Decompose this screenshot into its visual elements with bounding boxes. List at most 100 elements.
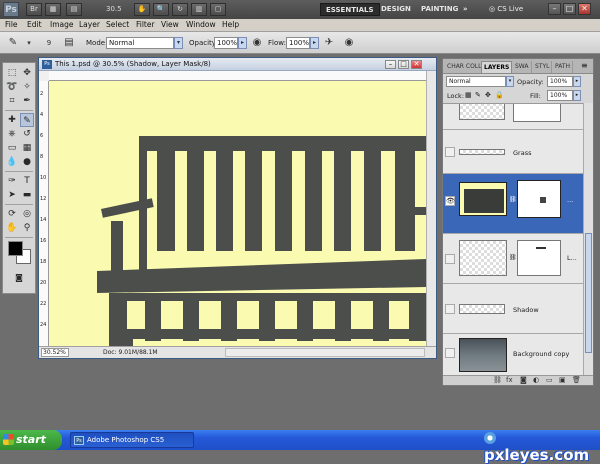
menu-filter[interactable]: Filter [136, 20, 155, 29]
zoom-field[interactable]: 30.52% [41, 348, 69, 357]
menu-help[interactable]: Help [222, 20, 239, 29]
workspace-more[interactable]: » [458, 3, 473, 16]
lock-all-icon[interactable]: 🔒 [495, 91, 504, 99]
dodge-tool-icon[interactable]: ● [20, 155, 34, 169]
visibility-toggle[interactable] [445, 304, 455, 314]
blend-mode-dropdown-icon[interactable]: ▾ [506, 76, 514, 87]
doc-minimize-button[interactable]: – [385, 60, 396, 69]
menu-image[interactable]: Image [50, 20, 74, 29]
menu-select[interactable]: Select [106, 20, 129, 29]
visibility-toggle[interactable] [445, 348, 455, 358]
view-extras-icon[interactable]: ▤ [66, 3, 82, 16]
cs-live-button[interactable]: ◎ CS Live [489, 3, 523, 16]
brush-tool-icon-active[interactable]: ✎ [20, 113, 34, 127]
taskbar-photoshop-item[interactable]: Ps Adobe Photoshop CS5 [70, 432, 194, 448]
zoom-tool-icon[interactable]: 🔍 [153, 3, 169, 16]
add-mask-icon[interactable]: ◙ [520, 376, 527, 384]
type-tool-icon[interactable]: T [20, 174, 34, 188]
rotate-view-icon[interactable]: ↻ [172, 3, 188, 16]
tablet-opacity-icon[interactable]: ◉ [250, 36, 264, 50]
layer-row-selected[interactable]: 👁 ⛓ ... [443, 174, 583, 234]
tab-paths[interactable]: PATH [553, 61, 574, 73]
maximize-button[interactable]: □ [563, 3, 576, 15]
layer-opacity-input[interactable]: 100% [547, 76, 573, 87]
layer-opacity-slider-icon[interactable]: ▸ [573, 76, 581, 87]
marquee-tool-icon[interactable]: ⬚ [5, 66, 19, 80]
layer-row-grass[interactable]: Grass [443, 130, 583, 174]
fx-icon[interactable]: fx [506, 376, 513, 384]
canvas[interactable] [49, 81, 426, 346]
brush-panel-icon[interactable]: ▤ [62, 36, 76, 50]
blur-tool-icon[interactable]: 💧 [5, 155, 19, 169]
blend-mode-select[interactable]: Normal [446, 76, 506, 87]
close-button[interactable]: ✕ [578, 3, 591, 15]
scroll-thumb[interactable] [585, 233, 592, 353]
layer-row-shadow[interactable]: Shadow [443, 284, 583, 334]
document-vertical-scrollbar[interactable] [426, 71, 436, 346]
visibility-toggle[interactable] [445, 147, 455, 157]
tab-character[interactable]: CHAR COLL [445, 61, 485, 73]
lock-image-icon[interactable]: ✎ [475, 91, 481, 99]
3d-rotate-tool-icon[interactable]: ⟳ [5, 207, 19, 221]
eye-icon[interactable]: 👁 [445, 196, 455, 206]
3d-orbit-tool-icon[interactable]: ◎ [20, 207, 34, 221]
tab-swatches[interactable]: SWA [513, 61, 532, 73]
path-selection-tool-icon[interactable]: ➤ [5, 188, 19, 202]
brush-preset-picker[interactable]: 9 [42, 36, 56, 50]
tab-styles[interactable]: STYL [533, 61, 553, 73]
workspace-painting[interactable]: PAINTING [416, 3, 463, 16]
opacity-slider-icon[interactable]: ▸ [238, 37, 247, 49]
quick-mask-icon[interactable]: ◙ [12, 271, 26, 285]
flow-slider-icon[interactable]: ▸ [310, 37, 319, 49]
menu-window[interactable]: Window [186, 20, 216, 29]
quick-select-tool-icon[interactable]: ✧ [20, 80, 34, 94]
menu-file[interactable]: File [5, 20, 18, 29]
visibility-toggle[interactable] [445, 254, 455, 264]
pen-tool-icon[interactable]: ✑ [5, 174, 19, 188]
trash-icon[interactable]: 🗑 [572, 376, 581, 384]
move-tool-icon[interactable]: ✥ [20, 66, 34, 80]
lasso-tool-icon[interactable]: ➰ [5, 80, 19, 94]
menu-layer[interactable]: Layer [79, 20, 100, 29]
adjustment-layer-icon[interactable]: ◐ [533, 376, 539, 384]
gradient-tool-icon[interactable]: ▦ [20, 141, 34, 155]
document-title-bar[interactable]: Ps This 1.psd @ 30.5% (Shadow, Layer Mas… [39, 58, 436, 71]
link-layers-icon[interactable]: ⛓ [493, 376, 502, 384]
document-horizontal-scrollbar[interactable] [225, 348, 425, 357]
eyedropper-tool-icon[interactable]: ✒ [20, 94, 34, 108]
brush-tool-icon[interactable]: ✎ [6, 36, 20, 50]
airbrush-icon[interactable]: ✈ [322, 36, 336, 50]
lock-transparent-icon[interactable]: ▦ [465, 91, 472, 99]
new-layer-icon[interactable]: ▣ [559, 376, 566, 384]
mode-select[interactable]: Normal [106, 37, 174, 49]
minimize-button[interactable]: – [548, 3, 561, 15]
lock-position-icon[interactable]: ✥ [485, 91, 491, 99]
vertical-ruler[interactable]: 2 4 6 8 10 12 14 16 18 20 22 24 [39, 81, 49, 346]
zoom-level-value[interactable]: 30.5 [106, 5, 122, 13]
tool-preset-arrow-icon[interactable]: ▾ [22, 36, 36, 50]
document-info[interactable]: Doc: 9.01M/88.1M [103, 349, 158, 356]
link-icon[interactable]: ⛓ [509, 254, 517, 261]
menu-edit[interactable]: Edit [27, 20, 42, 29]
crop-tool-icon[interactable]: ⌗ [5, 94, 19, 108]
doc-maximize-button[interactable]: □ [398, 60, 409, 69]
doc-close-button[interactable]: ✕ [411, 60, 422, 69]
flow-input[interactable]: 100% [286, 37, 310, 49]
tablet-size-icon[interactable]: ◉ [342, 36, 356, 50]
layer-list-scrollbar[interactable] [583, 103, 593, 375]
layer-row-background-copy[interactable]: Background copy [443, 334, 583, 375]
mini-bridge-icon[interactable]: ▦ [45, 3, 61, 16]
fill-slider-icon[interactable]: ▸ [573, 90, 581, 101]
layer-row[interactable]: ⛓ L... [443, 234, 583, 284]
screen-mode-icon[interactable]: ▢ [210, 3, 226, 16]
hand-tool-icon[interactable]: ✋ [5, 221, 19, 235]
menu-view[interactable]: View [161, 20, 179, 29]
panel-menu-icon[interactable]: ≡ [581, 61, 588, 70]
eraser-tool-icon[interactable]: ▭ [5, 141, 19, 155]
shape-tool-icon[interactable]: ▬ [20, 188, 34, 202]
mode-dropdown-icon[interactable]: ▾ [174, 37, 183, 49]
link-icon[interactable]: ⛓ [509, 196, 517, 203]
bridge-icon[interactable]: Br [26, 3, 42, 16]
history-brush-tool-icon[interactable]: ↺ [20, 127, 34, 141]
opacity-input[interactable]: 100% [214, 37, 238, 49]
